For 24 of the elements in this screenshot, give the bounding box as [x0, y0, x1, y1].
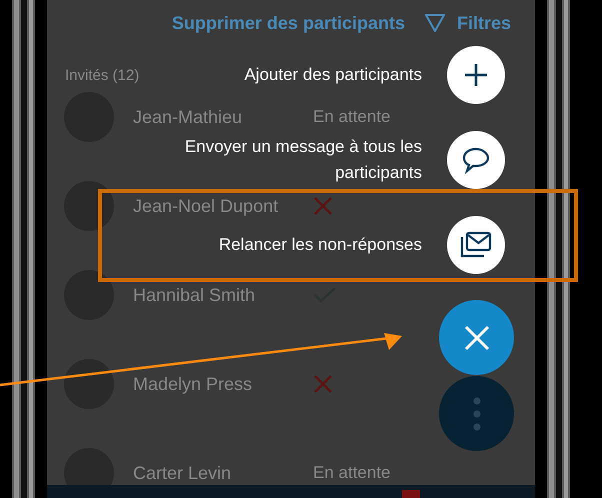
plus-icon — [463, 62, 489, 88]
action-label: Envoyer un message à tous les participants — [184, 136, 422, 184]
avatar-placeholder — [64, 270, 114, 320]
list-title: Invités (12) — [65, 67, 140, 84]
participant-name: Jean-Mathieu — [133, 106, 244, 126]
action-label: Relancer les non-réponses — [218, 234, 422, 256]
close-icon — [464, 324, 490, 350]
filter-icon[interactable] — [424, 14, 445, 32]
status-text: En attente — [313, 106, 391, 128]
speech-bubble-icon — [461, 146, 491, 174]
notification-badge — [402, 490, 420, 498]
more-vertical-icon — [472, 396, 480, 430]
avatar-placeholder — [64, 448, 114, 485]
participant-name: Carter Levin — [133, 462, 232, 482]
cross-icon — [313, 374, 333, 394]
remove-participants-link[interactable]: Supprimer des participants — [172, 10, 405, 36]
stacked-envelope-icon — [460, 231, 492, 259]
filters-link[interactable]: Filtres — [456, 10, 511, 36]
participant-name: Jean-Noel Dupont — [133, 196, 280, 216]
status-text: En attente — [313, 462, 391, 484]
action-label: Ajouter des participants — [244, 64, 422, 86]
participant-name: Madelyn Press — [133, 374, 254, 394]
participant-name: Hannibal Smith — [133, 284, 256, 304]
cross-icon — [313, 196, 333, 216]
